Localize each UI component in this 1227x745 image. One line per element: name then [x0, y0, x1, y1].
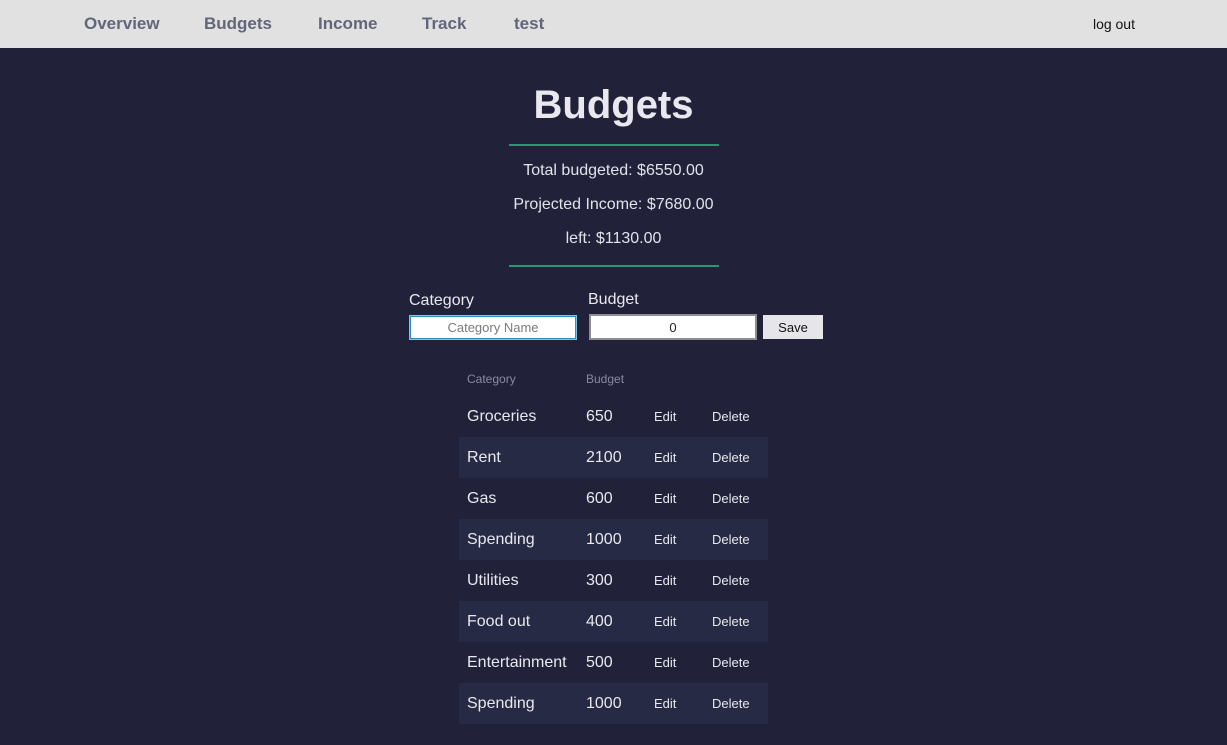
budget-field-label: Budget: [588, 291, 639, 308]
nav-income[interactable]: Income: [318, 14, 378, 34]
row-budget: 400: [586, 613, 613, 630]
table-row: Rent 2100 Edit Delete: [459, 437, 768, 478]
row-budget: 1000: [586, 531, 622, 548]
table-row: Spending 1000 Edit Delete: [459, 519, 768, 560]
row-category: Spending: [467, 531, 535, 548]
column-header-category: Category: [467, 372, 516, 386]
total-budgeted: Total budgeted: $6550.00: [523, 162, 704, 179]
edit-button[interactable]: Edit: [654, 573, 676, 588]
table-row: Food out 400 Edit Delete: [459, 601, 768, 642]
row-budget: 1000: [586, 695, 622, 712]
edit-button[interactable]: Edit: [654, 655, 676, 670]
table-row: Groceries 650 Edit Delete: [459, 396, 768, 437]
row-budget: 600: [586, 490, 613, 507]
row-budget: 500: [586, 654, 613, 671]
edit-button[interactable]: Edit: [654, 532, 676, 547]
delete-button[interactable]: Delete: [712, 409, 750, 424]
nav-track[interactable]: Track: [422, 14, 466, 34]
edit-button[interactable]: Edit: [654, 614, 676, 629]
row-category: Utilities: [467, 572, 519, 589]
table-row: Gas 600 Edit Delete: [459, 478, 768, 519]
delete-button[interactable]: Delete: [712, 532, 750, 547]
row-budget: 2100: [586, 449, 622, 466]
table-row: Utilities 300 Edit Delete: [459, 560, 768, 601]
nav-overview[interactable]: Overview: [84, 14, 160, 34]
row-budget: 650: [586, 408, 613, 425]
row-category: Spending: [467, 695, 535, 712]
delete-button[interactable]: Delete: [712, 573, 750, 588]
edit-button[interactable]: Edit: [654, 409, 676, 424]
delete-button[interactable]: Delete: [712, 655, 750, 670]
delete-button[interactable]: Delete: [712, 696, 750, 711]
page-title: Budgets: [533, 83, 694, 127]
edit-button[interactable]: Edit: [654, 696, 676, 711]
column-header-budget: Budget: [586, 372, 625, 386]
category-input[interactable]: [410, 316, 576, 339]
projected-income: Projected Income: $7680.00: [513, 196, 714, 213]
nav-test[interactable]: test: [514, 14, 544, 34]
budget-input[interactable]: [589, 314, 757, 340]
delete-button[interactable]: Delete: [712, 450, 750, 465]
delete-button[interactable]: Delete: [712, 491, 750, 506]
top-navbar: Overview Budgets Income Track test log o…: [0, 0, 1227, 48]
left-amount: left: $1130.00: [565, 230, 662, 247]
table-row: Entertainment 500 Edit Delete: [459, 642, 768, 683]
edit-button[interactable]: Edit: [654, 491, 676, 506]
table-row: Spending 1000 Edit Delete: [459, 683, 768, 724]
row-category: Groceries: [467, 408, 537, 425]
row-category: Entertainment: [467, 654, 567, 671]
edit-button[interactable]: Edit: [654, 450, 676, 465]
row-category: Food out: [467, 613, 531, 630]
summary-top-divider: [509, 144, 719, 146]
delete-button[interactable]: Delete: [712, 614, 750, 629]
category-field-label: Category: [409, 292, 474, 309]
save-button[interactable]: Save: [763, 315, 823, 339]
row-category: Gas: [467, 490, 497, 507]
summary-bottom-divider: [509, 265, 719, 267]
row-budget: 300: [586, 572, 613, 589]
nav-budgets[interactable]: Budgets: [204, 14, 272, 34]
logout-link[interactable]: log out: [1093, 16, 1135, 33]
row-category: Rent: [467, 449, 501, 466]
